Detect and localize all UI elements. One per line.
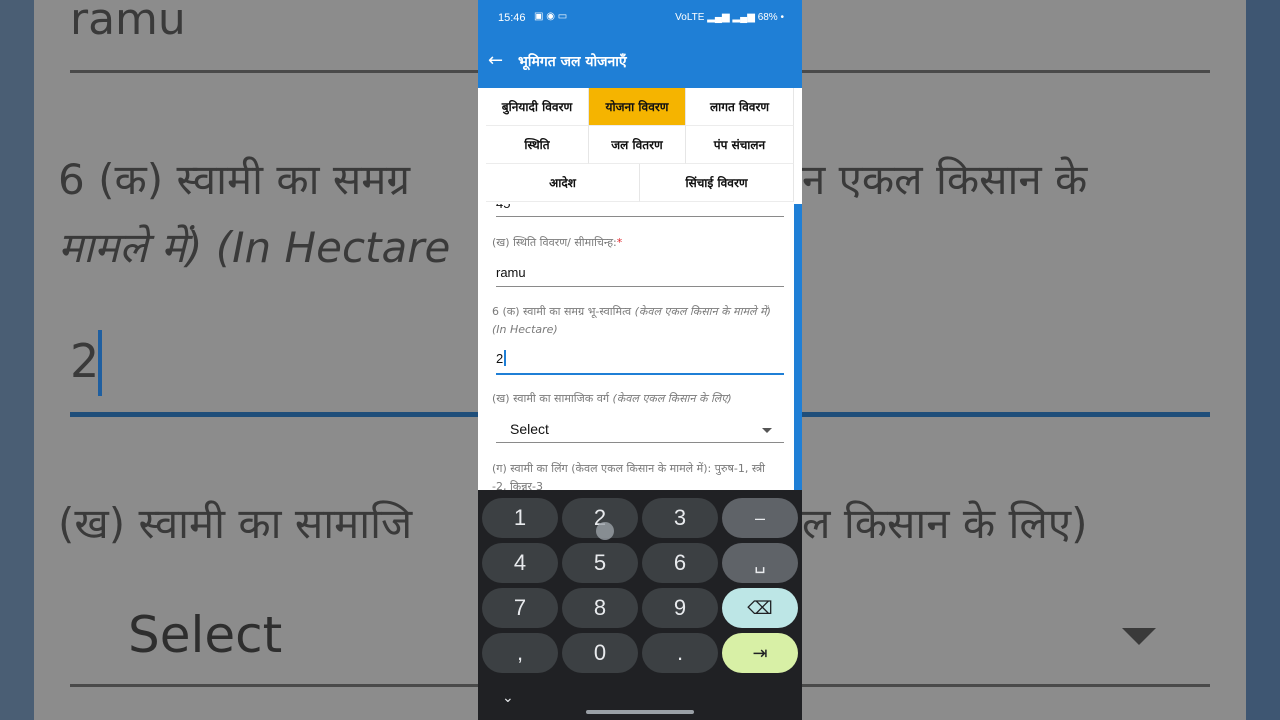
phone-screen: 15:46 ▣ ◉ ▭ VoLTE ▂▄▆ ▂▄▆ 68% • ← भूमिगत… — [478, 0, 802, 720]
tab-basic-details[interactable]: बुनियादी विवरण — [486, 88, 589, 126]
dot-icon: • — [780, 12, 784, 23]
social-class-select[interactable]: Select — [510, 421, 549, 437]
tab-scheme-details[interactable]: योजना विवरण — [589, 88, 686, 126]
gesture-nav-bar[interactable] — [586, 710, 694, 714]
backspace-icon[interactable]: ⌫ — [722, 588, 798, 628]
background-underline — [70, 70, 478, 73]
tab-water-distribution[interactable]: जल वितरण — [589, 126, 686, 164]
background-underline — [802, 70, 1210, 73]
location-label: (ख) स्थिति विवरण/ सीमाचिन्ह:* — [492, 236, 623, 249]
background-edge-left — [0, 0, 34, 720]
land-ownership-input[interactable]: 2 — [496, 351, 503, 366]
notification-icons: ▣ ◉ ▭ — [534, 11, 568, 22]
required-mark: * — [616, 236, 623, 249]
background-underline — [802, 684, 1210, 687]
key-period[interactable]: . — [642, 633, 718, 673]
field-underline — [496, 216, 784, 217]
background-dropdown-arrow-icon — [1122, 628, 1156, 645]
field-underline-focused — [496, 373, 784, 375]
background-land-label: 6 (क) स्वामी का समग्र — [58, 155, 411, 204]
signal-icon: VoLTE ▂▄▆ ▂▄▆ — [675, 12, 755, 23]
status-bar: 15:46 ▣ ◉ ▭ VoLTE ▂▄▆ ▂▄▆ 68% • — [478, 0, 802, 36]
arrow-left-icon[interactable]: ← — [488, 50, 503, 71]
numeric-keyboard: 1 2 3 – 4 5 6 ␣ 7 8 9 ⌫ , 0 . ⇥ ⌄ — [478, 490, 802, 720]
battery-level: 68% — [757, 12, 778, 23]
tab-irrigation-details[interactable]: सिंचाई विवरण — [640, 164, 794, 202]
previous-field-value[interactable]: 45 — [496, 204, 510, 211]
key-4[interactable]: 4 — [482, 543, 558, 583]
tab-cost-details[interactable]: लागत विवरण — [686, 88, 794, 126]
app-bar: ← भूमिगत जल योजनाएँ — [478, 36, 802, 88]
background-land-label-line2: मामले में) (In Hectare — [58, 223, 451, 272]
status-time: 15:46 — [498, 12, 526, 24]
text-caret — [504, 350, 506, 366]
background-focus-line — [802, 412, 1210, 417]
key-7[interactable]: 7 — [482, 588, 558, 628]
key-6[interactable]: 6 — [642, 543, 718, 583]
next-field-icon[interactable]: ⇥ — [722, 633, 798, 673]
background-edge-right — [1246, 0, 1280, 720]
tab-status[interactable]: स्थिति — [486, 126, 589, 164]
background-top-value: ramu — [70, 0, 186, 45]
background-social-label-right: ल किसान के लिए) — [802, 499, 1088, 548]
section-tabs: बुनियादी विवरण योजना विवरण लागत विवरण स्… — [478, 88, 802, 204]
tab-pump-operation[interactable]: पंप संचालन — [686, 126, 794, 164]
key-minus[interactable]: – — [722, 498, 798, 538]
key-9[interactable]: 9 — [642, 588, 718, 628]
background-underline — [70, 684, 478, 687]
key-5[interactable]: 5 — [562, 543, 638, 583]
key-8[interactable]: 8 — [562, 588, 638, 628]
land-ownership-label: 6 (क) स्वामी का समग्र भू-स्वामित्व (केवल… — [492, 305, 771, 336]
field-underline — [496, 286, 784, 287]
key-comma[interactable]: , — [482, 633, 558, 673]
status-right: VoLTE ▂▄▆ ▂▄▆ 68% • — [675, 12, 784, 23]
gender-label: (ग) स्वामी का लिंग (केवल एकल किसान के मा… — [492, 462, 766, 490]
field-underline — [496, 442, 784, 443]
space-key-icon[interactable]: ␣ — [722, 543, 798, 583]
chevron-down-icon[interactable]: ⌄ — [502, 690, 514, 706]
social-class-label: (ख) स्वामी का सामाजिक वर्ग (केवल एकल किस… — [492, 392, 732, 405]
tab-orders[interactable]: आदेश — [486, 164, 640, 202]
dropdown-arrow-icon[interactable] — [762, 428, 772, 433]
background-social-label: (ख) स्वामी का सामाजि — [58, 499, 413, 548]
key-3[interactable]: 3 — [642, 498, 718, 538]
background-select-value: Select — [128, 606, 283, 664]
background-land-value: 2 — [70, 334, 100, 388]
background-caret — [98, 330, 102, 396]
key-1[interactable]: 1 — [482, 498, 558, 538]
page-title: भूमिगत जल योजनाएँ — [518, 54, 627, 70]
touch-indicator — [596, 522, 614, 540]
key-0[interactable]: 0 — [562, 633, 638, 673]
scheme-form: 45 (ख) स्थिति विवरण/ सीमाचिन्ह:* ramu 6 … — [478, 204, 794, 490]
background-focus-line — [70, 412, 478, 417]
background-land-label-right: न एकल किसान के — [802, 155, 1088, 204]
location-input[interactable]: ramu — [496, 265, 526, 280]
